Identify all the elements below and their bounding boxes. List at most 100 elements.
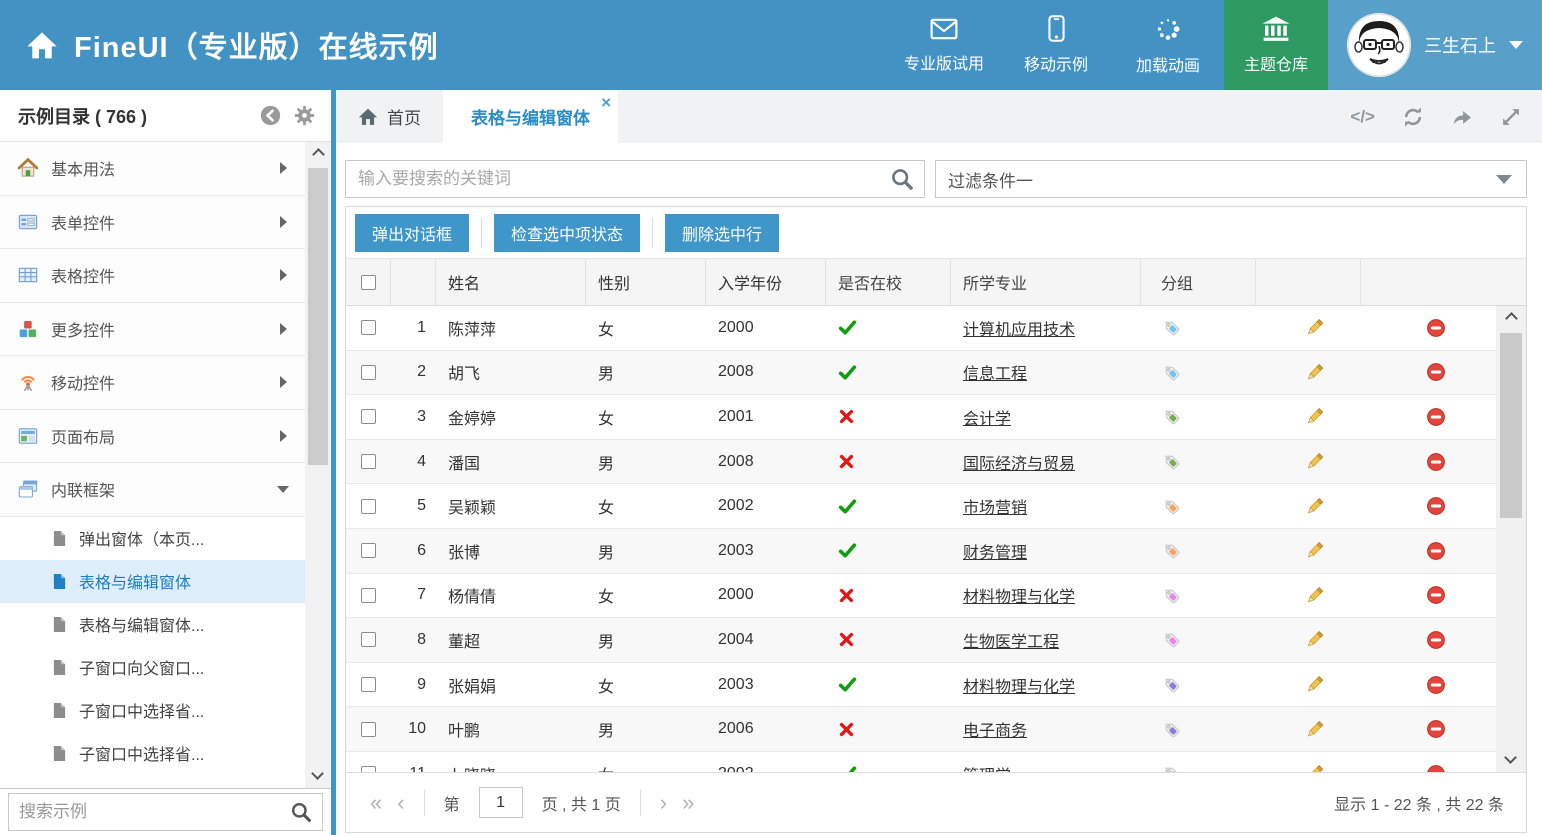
nav-item-theme[interactable]: 主题仓库 <box>1224 0 1328 90</box>
sidebar-scrollbar[interactable] <box>305 142 331 788</box>
row-checkbox[interactable] <box>361 543 376 558</box>
edit-pencil-icon[interactable] <box>1304 674 1325 695</box>
delete-icon[interactable] <box>1426 496 1446 516</box>
keyword-search-input[interactable] <box>358 169 890 189</box>
share-icon[interactable] <box>1451 106 1473 128</box>
sidebar-item-子窗口中选择省[interactable]: 子窗口中选择省... <box>0 689 305 732</box>
refresh-icon[interactable] <box>1402 106 1424 128</box>
next-page-button[interactable]: › <box>660 792 667 814</box>
search-icon[interactable] <box>890 167 914 191</box>
delete-icon[interactable] <box>1426 764 1446 772</box>
collapse-circle-icon[interactable] <box>260 105 281 126</box>
delete-icon[interactable] <box>1426 318 1446 338</box>
row-checkbox[interactable] <box>361 632 376 647</box>
scroll-up-icon[interactable] <box>1505 312 1518 325</box>
edit-pencil-icon[interactable] <box>1304 763 1325 772</box>
row-checkbox[interactable] <box>361 409 376 424</box>
scroll-thumb[interactable] <box>1500 333 1522 518</box>
delete-icon[interactable] <box>1426 452 1446 472</box>
scroll-down-icon[interactable] <box>1504 751 1517 764</box>
open-dialog-button[interactable]: 弹出对话框 <box>355 214 469 252</box>
row-checkbox[interactable] <box>361 677 376 692</box>
major-link[interactable]: 管理学 <box>963 762 1011 772</box>
sidebar-item-弹出窗体（本页[interactable]: 弹出窗体（本页... <box>0 517 305 560</box>
expand-icon[interactable] <box>1500 106 1522 128</box>
edit-pencil-icon[interactable] <box>1304 496 1325 517</box>
nav-item-trial[interactable]: 专业版试用 <box>888 0 1000 90</box>
major-link[interactable]: 材料物理与化学 <box>963 583 1075 607</box>
sidebar-group-基本用法[interactable]: 基本用法 <box>0 142 305 196</box>
column-header-性别[interactable]: 性别 <box>586 259 706 305</box>
row-checkbox[interactable] <box>361 722 376 737</box>
major-link[interactable]: 国际经济与贸易 <box>963 450 1075 474</box>
column-header-是否在校[interactable]: 是否在校 <box>826 259 951 305</box>
major-link[interactable]: 计算机应用技术 <box>963 316 1075 340</box>
delete-rows-button[interactable]: 删除选中行 <box>665 214 779 252</box>
row-checkbox[interactable] <box>361 588 376 603</box>
page-number-input[interactable] <box>479 787 523 818</box>
edit-pencil-icon[interactable] <box>1304 629 1325 650</box>
sidebar-group-移动控件[interactable]: 移动控件 <box>0 356 305 410</box>
major-link[interactable]: 电子商务 <box>963 717 1027 741</box>
sidebar-group-表格控件[interactable]: 表格控件 <box>0 249 305 303</box>
sidebar-group-更多控件[interactable]: 更多控件 <box>0 303 305 357</box>
delete-icon[interactable] <box>1426 407 1446 427</box>
sidebar-group-页面布局[interactable]: 页面布局 <box>0 410 305 464</box>
scroll-down-icon[interactable] <box>311 767 324 780</box>
gear-icon[interactable] <box>294 105 315 126</box>
delete-icon[interactable] <box>1426 675 1446 695</box>
user-menu[interactable]: 三生石上 <box>1328 0 1542 90</box>
scroll-thumb[interactable] <box>308 168 328 465</box>
check-selection-button[interactable]: 检查选中项状态 <box>494 214 640 252</box>
sidebar-item-子窗口中选择省[interactable]: 子窗口中选择省... <box>0 732 305 775</box>
sidebar-group-内联框架[interactable]: 内联框架 <box>0 463 305 517</box>
table-scrollbar[interactable] <box>1496 306 1526 772</box>
major-link[interactable]: 信息工程 <box>963 360 1027 384</box>
select-all-checkbox[interactable] <box>361 275 376 290</box>
edit-pencil-icon[interactable] <box>1304 317 1325 338</box>
edit-pencil-icon[interactable] <box>1304 451 1325 472</box>
row-checkbox[interactable] <box>361 365 376 380</box>
column-header-姓名[interactable]: 姓名 <box>436 259 586 305</box>
nav-item-mobile[interactable]: 移动示例 <box>1000 0 1112 90</box>
last-page-button[interactable]: » <box>682 792 694 814</box>
search-icon[interactable] <box>290 801 312 823</box>
edit-pencil-icon[interactable] <box>1304 362 1325 383</box>
delete-icon[interactable] <box>1426 362 1446 382</box>
major-link[interactable]: 会计学 <box>963 405 1011 429</box>
prev-page-button[interactable]: ‹ <box>397 792 404 814</box>
sidebar-item-表格与编辑窗体[interactable]: 表格与编辑窗体 <box>0 560 305 603</box>
column-header-所学专业[interactable]: 所学专业 <box>951 259 1141 305</box>
row-checkbox[interactable] <box>361 320 376 335</box>
delete-icon[interactable] <box>1426 541 1446 561</box>
nav-item-loading[interactable]: 加载动画 <box>1112 0 1224 90</box>
scroll-up-icon[interactable] <box>312 148 325 161</box>
sidebar-item-子窗口向父窗口[interactable]: 子窗口向父窗口... <box>0 646 305 689</box>
sidebar-group-表单控件[interactable]: 表单控件 <box>0 196 305 250</box>
edit-pencil-icon[interactable] <box>1304 719 1325 740</box>
code-icon[interactable]: </> <box>1350 107 1375 127</box>
row-checkbox[interactable] <box>361 766 376 772</box>
major-link[interactable]: 财务管理 <box>963 539 1027 563</box>
close-icon[interactable]: × <box>601 94 611 111</box>
major-link[interactable]: 生物医学工程 <box>963 628 1059 652</box>
edit-pencil-icon[interactable] <box>1304 540 1325 561</box>
sidebar-item-子窗口中选择省[interactable]: 子窗口中选择省 <box>0 775 305 789</box>
edit-pencil-icon[interactable] <box>1304 406 1325 427</box>
delete-icon[interactable] <box>1426 719 1446 739</box>
sidebar-search-input[interactable] <box>19 802 290 822</box>
major-link[interactable]: 材料物理与化学 <box>963 673 1075 697</box>
column-header-入学年份[interactable]: 入学年份 <box>706 259 826 305</box>
row-checkbox[interactable] <box>361 499 376 514</box>
tab-grid-edit-window[interactable]: 表格与编辑窗体 × <box>443 90 618 143</box>
filter-dropdown[interactable]: 过滤条件一 <box>935 160 1527 198</box>
sidebar-item-表格与编辑窗体[interactable]: 表格与编辑窗体... <box>0 603 305 646</box>
row-checkbox[interactable] <box>361 454 376 469</box>
major-link[interactable]: 市场营销 <box>963 494 1027 518</box>
first-page-button[interactable]: « <box>370 792 382 814</box>
tab-home[interactable]: 首页 <box>336 90 443 143</box>
delete-icon[interactable] <box>1426 630 1446 650</box>
edit-pencil-icon[interactable] <box>1304 585 1325 606</box>
column-header-分组[interactable]: 分组 <box>1141 259 1256 305</box>
delete-icon[interactable] <box>1426 585 1446 605</box>
